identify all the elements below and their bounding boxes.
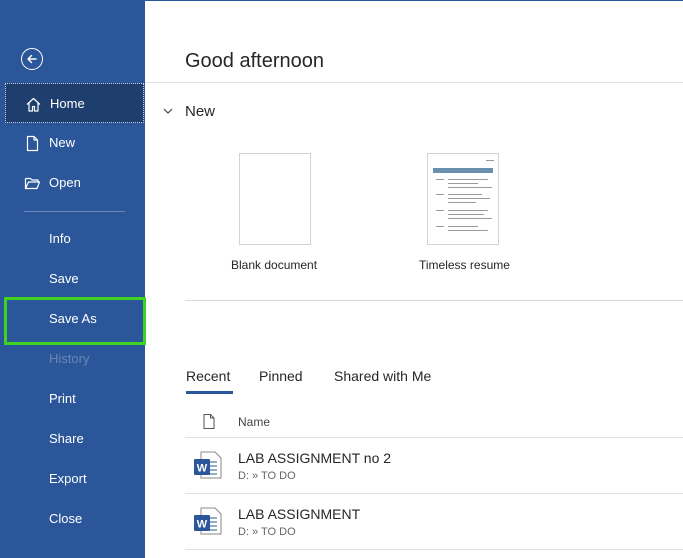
word-document-icon: W xyxy=(194,507,222,535)
sidebar-item-save[interactable]: Save xyxy=(0,259,145,299)
sidebar-item-export[interactable]: Export xyxy=(0,459,145,499)
svg-text:W: W xyxy=(197,519,208,531)
sidebar-item-label: Open xyxy=(49,175,81,190)
file-name: LAB ASSIGNMENT xyxy=(238,506,361,522)
sidebar-item-open[interactable]: Open xyxy=(0,163,145,203)
folder-open-icon xyxy=(24,175,41,192)
new-document-icon xyxy=(24,135,41,152)
tab-shared-with-me[interactable]: Shared with Me xyxy=(334,368,431,384)
sidebar-item-label: History xyxy=(49,351,90,366)
tab-pinned[interactable]: Pinned xyxy=(259,368,303,384)
sidebar-item-label: Save xyxy=(49,271,79,286)
greeting-title: Good afternoon xyxy=(185,50,324,72)
svg-text:W: W xyxy=(197,463,208,475)
file-path: D: » TO DO xyxy=(238,526,296,538)
file-list-header: Name xyxy=(185,405,683,438)
sidebar-item-label: Close xyxy=(49,511,83,526)
sidebar-item-label: Export xyxy=(49,471,87,486)
file-path: D: » TO DO xyxy=(238,470,296,482)
recent-file-row[interactable]: W LAB ASSIGNMENT D: » TO DO xyxy=(185,494,683,550)
template-caption: Timeless resume xyxy=(419,258,510,272)
recent-file-row[interactable]: W LAB ASSIGNMENT no 2 D: » TO DO xyxy=(185,438,683,494)
sidebar-item-history: History xyxy=(0,339,145,379)
home-header: Good afternoon xyxy=(145,0,683,83)
sidebar-divider xyxy=(24,211,125,212)
sidebar-item-label: New xyxy=(49,135,76,150)
save-as-highlight-box xyxy=(4,297,146,345)
section-separator xyxy=(185,300,683,301)
sidebar-item-label: Home xyxy=(50,96,85,111)
sidebar-item-new[interactable]: New xyxy=(0,123,145,163)
sidebar-item-close[interactable]: Close xyxy=(0,499,145,539)
file-name: LAB ASSIGNMENT no 2 xyxy=(238,450,392,466)
back-arrow-icon[interactable] xyxy=(21,48,43,70)
template-thumbnail xyxy=(239,153,311,245)
tab-recent[interactable]: Recent xyxy=(186,368,230,384)
file-type-icon xyxy=(203,414,215,429)
sidebar-item-share[interactable]: Share xyxy=(0,419,145,459)
sidebar-item-label: Print xyxy=(49,391,76,406)
template-blank-document[interactable]: Blank document xyxy=(231,153,317,272)
chevron-down-icon xyxy=(163,108,173,114)
template-thumbnail xyxy=(427,153,499,245)
sidebar-item-label: Share xyxy=(49,431,84,446)
sidebar-item-home[interactable]: Home xyxy=(5,83,144,123)
sidebar-item-label: Info xyxy=(49,231,71,246)
active-tab-indicator xyxy=(186,391,233,394)
backstage-sidebar: Home New Open Info Save Save As History … xyxy=(0,0,145,558)
sidebar-item-print[interactable]: Print xyxy=(0,379,145,419)
template-timeless-resume[interactable]: Timeless resume xyxy=(419,153,510,272)
resume-preview-banner xyxy=(433,168,493,173)
home-icon xyxy=(25,96,42,113)
new-section-toggle[interactable]: New xyxy=(162,101,215,121)
new-section-title: New xyxy=(185,102,216,120)
name-column-header[interactable]: Name xyxy=(238,415,270,429)
sidebar-item-info[interactable]: Info xyxy=(0,219,145,259)
word-document-icon: W xyxy=(194,451,222,479)
template-caption: Blank document xyxy=(231,258,318,272)
